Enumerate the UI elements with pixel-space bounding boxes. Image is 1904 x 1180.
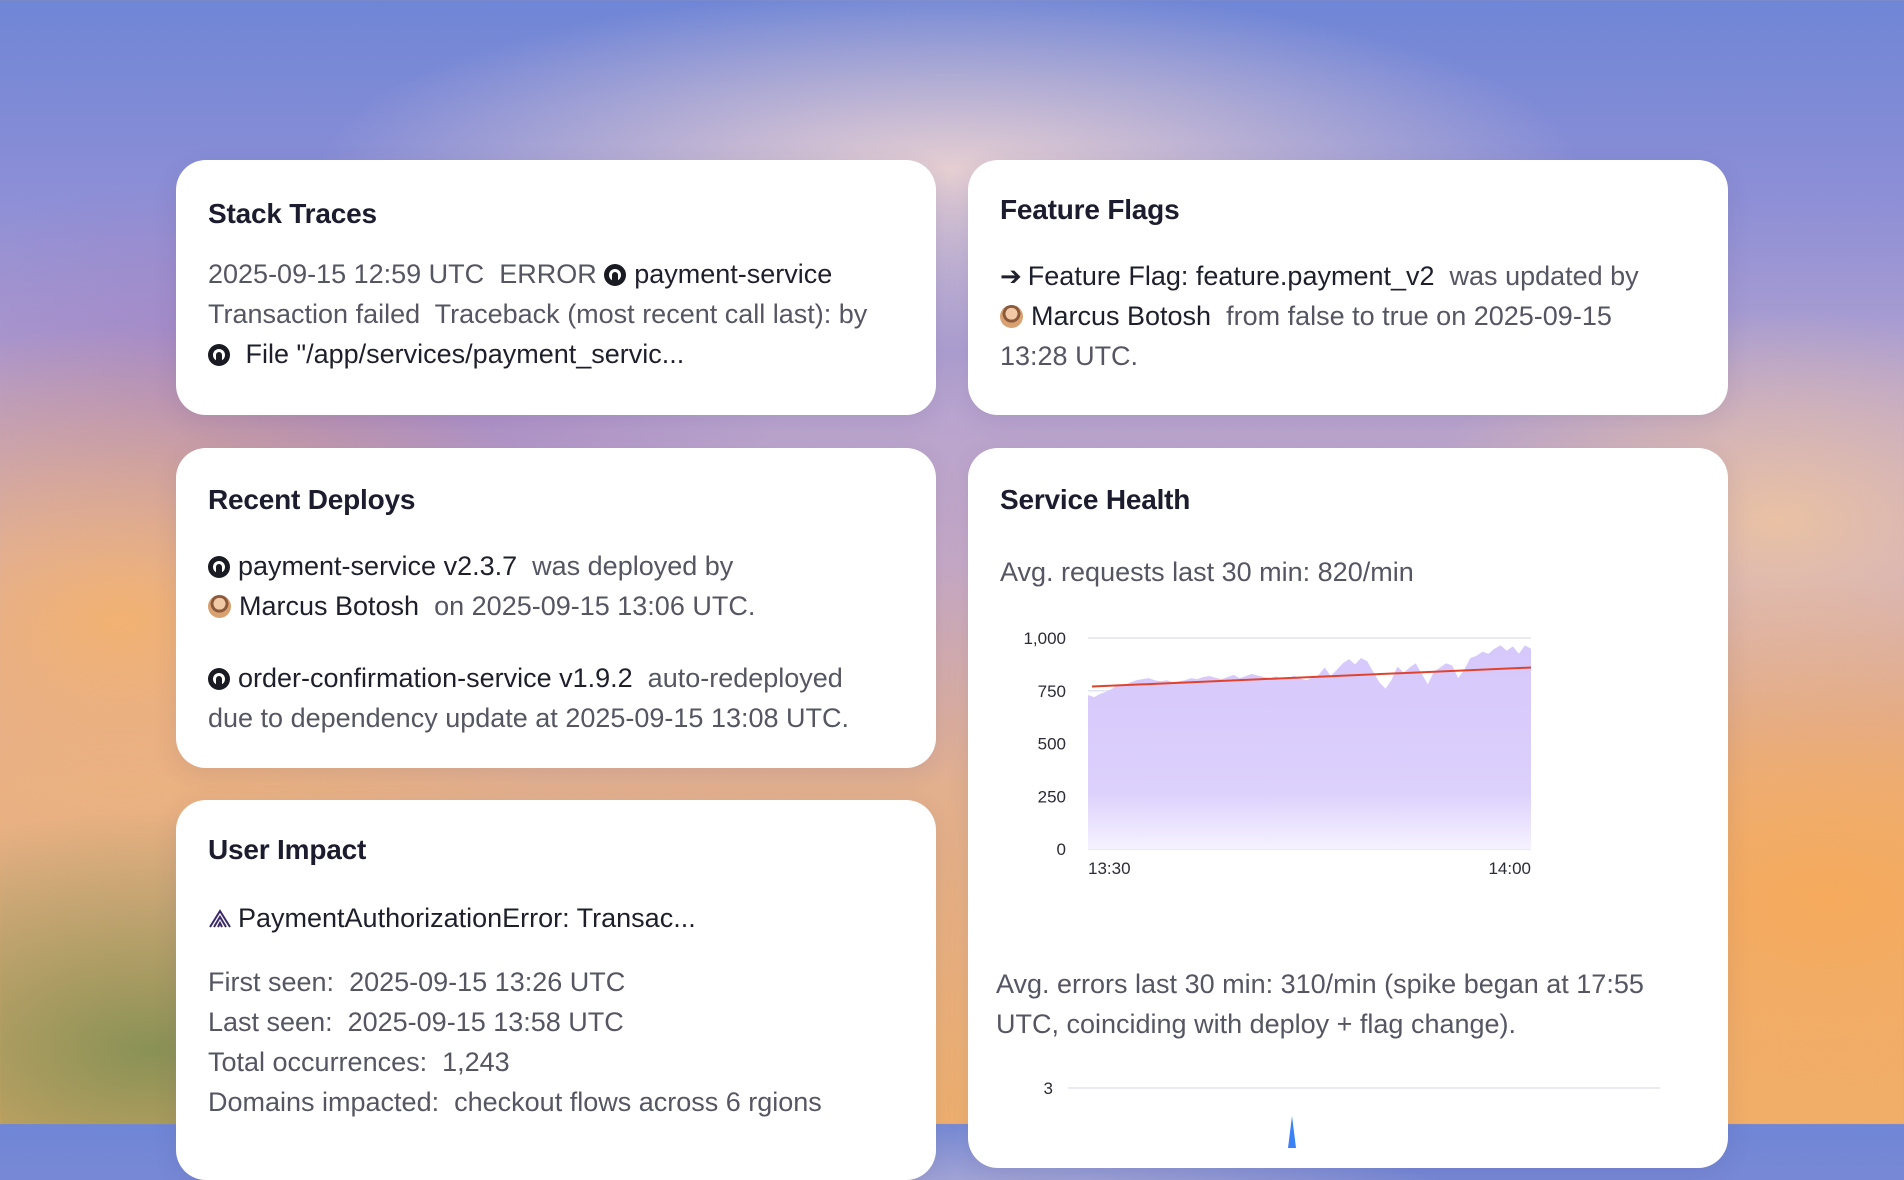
deploy2-line-1: order-confirmation-service v1.9.2 auto-r… [208,658,904,698]
flag-line-2: Marcus Botosh from false to true on 2025… [1000,296,1696,336]
y-tick-label: 500 [1038,735,1066,754]
occurrences-label: Total occurrences: [208,1047,428,1077]
deploy1-service-link[interactable]: payment-service v2.3.7 [238,551,517,581]
deploy2-service-link[interactable]: order-confirmation-service v1.9.2 [238,663,633,693]
trace-header-line: 2025-09-15 12:59 UTC ERROR payment-servi… [208,254,904,294]
deploy2-reason: due to dependency update at [208,703,558,733]
deploy1-date: 2025-09-15 13:06 UTC. [471,591,756,621]
domains-label: Domains impacted: [208,1087,440,1117]
errors-summary-line-1: Avg. errors last 30 min: 310/min (spike … [996,969,1644,999]
errors-summary-line-2: UTC, coinciding with deploy + flag chang… [996,1009,1517,1039]
y-tick-label: 0 [1057,840,1066,859]
stack-traces-card: Stack Traces 2025-09-15 12:59 UTC ERROR … [176,160,936,415]
first-seen-row: First seen: 2025-09-15 13:26 UTC [208,962,904,1002]
occurrences-value: 1,243 [442,1047,510,1077]
flag-updated-by-text: was updated by [1449,261,1639,291]
deploy1-line-2: Marcus Botosh on 2025-09-15 13:06 UTC. [208,586,904,626]
card-title: Feature Flags [1000,194,1180,225]
github-icon [208,556,230,578]
github-icon [604,264,627,286]
deploy1-action: was deployed by [532,551,734,581]
deploy1-user-link[interactable]: Marcus Botosh [239,591,419,621]
arrow-right-icon: ➔ [1000,261,1022,291]
card-title: Service Health [1000,484,1191,515]
deploy1-line-1: payment-service v2.3.7 was deployed by [208,546,904,586]
x-tick-label: 13:30 [1088,859,1131,878]
last-seen-value: 2025-09-15 13:58 UTC [347,1007,624,1037]
errors-y-tick: 3 [1044,1079,1053,1098]
deploy2-action: auto-redeployed [647,663,843,693]
y-tick-label: 250 [1038,787,1066,806]
domains-value: checkout flows across 6 rgions [454,1087,822,1117]
deploy2-date: 2025-09-15 13:08 UTC. [565,703,849,733]
feature-flags-card: Feature Flags ➔ Feature Flag: feature.pay… [968,160,1728,415]
requests-chart: 1,000 750 500 250 0 13:30 14:00 [1023,629,1532,878]
flag-line-1: ➔ Feature Flag: feature.payment_v2 was up… [1000,256,1696,296]
domains-row: Domains impacted: checkout flows across … [208,1082,904,1122]
flag-line-3: 13:28 UTC. [1000,336,1696,376]
service-health-card: Service Health Avg. requests last 30 min… [968,448,1728,1168]
requests-area-series [1088,645,1531,849]
x-tick-label: 14:00 [1488,859,1531,878]
errors-spike-mark [1288,1116,1296,1148]
github-icon [208,344,230,366]
issue-line: PaymentAuthorizationError: Transac... [208,898,904,938]
flag-date: 2025-09-15 [1473,301,1612,331]
flag-user-link[interactable]: Marcus Botosh [1031,301,1211,331]
trace-message-line: Transaction failed Traceback (most recen… [208,294,904,334]
sentry-icon [209,909,231,928]
flag-change-text: from false to true on [1226,301,1467,331]
trace-service-link[interactable]: payment-service [634,259,832,289]
errors-chart: 3 [1044,1079,1660,1148]
trace-file-line: File "/app/services/payment_servic... [208,334,904,374]
trace-level: ERROR [499,259,597,289]
deploy2-line-2: due to dependency update at 2025-09-15 1… [208,698,904,738]
trace-traceback: Traceback (most recent call last): by [434,299,868,329]
last-seen-label: Last seen: [208,1007,333,1037]
avatar [1000,305,1023,328]
flag-time: 13:28 UTC. [1000,341,1139,371]
card-title: Recent Deploys [208,484,416,515]
recent-deploys-card: Recent Deploys payment-service v2.3.7 wa… [176,448,936,768]
issue-link[interactable]: PaymentAuthorizationError: Transac... [238,903,696,933]
deploy1-on: on [434,591,465,621]
trace-file-link[interactable]: File "/app/services/payment_servic... [246,339,685,369]
user-impact-card: User Impact PaymentAuthorizationError: T… [176,800,936,1180]
avatar [208,595,231,618]
first-seen-label: First seen: [208,967,335,997]
y-tick-label: 750 [1038,682,1066,701]
github-icon [208,668,230,690]
card-title: Stack Traces [208,198,377,229]
occurrences-row: Total occurrences: 1,243 [208,1042,904,1082]
card-title: User Impact [208,834,367,865]
y-tick-label: 1,000 [1023,629,1066,648]
trace-message: Transaction failed [208,299,421,329]
trace-timestamp: 2025-09-15 12:59 UTC [208,259,485,289]
requests-summary: Avg. requests last 30 min: 820/min [1000,557,1414,587]
flag-name-link[interactable]: Feature Flag: feature.payment_v2 [1028,261,1435,291]
first-seen-value: 2025-09-15 13:26 UTC [349,967,626,997]
last-seen-row: Last seen: 2025-09-15 13:58 UTC [208,1002,904,1042]
